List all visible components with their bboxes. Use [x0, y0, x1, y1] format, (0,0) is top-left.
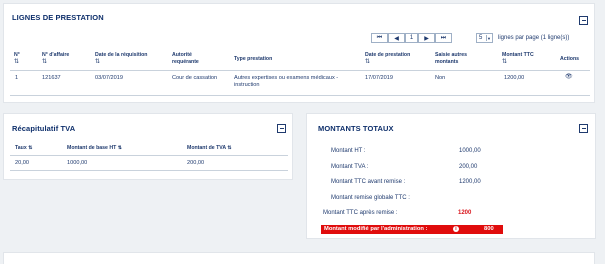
col-header-taux[interactable]: Taux ⇅: [15, 145, 33, 152]
montant-modifie-label: Montant modifié par l'administration :: [324, 226, 428, 232]
apres-remise-label: Montant TTC après remise :: [323, 210, 398, 216]
sort-icon: ⇅: [227, 145, 232, 151]
per-page-select[interactable]: 5 ▼: [476, 33, 493, 43]
col-header-saisie[interactable]: Saisie autres montants: [435, 52, 475, 66]
montant-ht-label: Montant HT :: [331, 148, 366, 154]
prestations-panel: LIGNES DE PRESTATION ⏮ ◀ 1 ▶ ⏭ 5 ▼ ligne…: [3, 3, 595, 103]
montant-tva-value: 200,00: [459, 164, 478, 170]
sort-icon: ⇅: [502, 59, 508, 65]
col-header-actions: Actions: [560, 56, 580, 62]
cell-num: 1: [15, 75, 19, 81]
info-icon[interactable]: i: [453, 226, 459, 232]
cell-base: 1000,00: [67, 160, 88, 166]
cell-autorite: Cour de cassation: [172, 75, 218, 81]
col-header-num[interactable]: N° ⇅: [14, 52, 20, 66]
montant-modifie-bar: Montant modifié par l'administration : i…: [321, 225, 503, 234]
header-divider: [10, 155, 288, 156]
totaux-panel: MONTANTS TOTAUX Montant HT : 1000,00 Mon…: [306, 113, 596, 239]
cell-date-prestation: 17/07/2019: [365, 75, 393, 81]
cell-montant: 1200,00: [504, 75, 525, 81]
row-divider: [10, 170, 288, 171]
montant-ttc-label: Montant TTC avant remise :: [331, 179, 406, 185]
cell-saisie: Non: [435, 75, 446, 81]
montant-tva-label: Montant TVA :: [331, 164, 369, 170]
col-header-autorite[interactable]: Autorité requérante: [172, 52, 212, 66]
sort-icon: ⇅: [14, 59, 20, 65]
montant-modifie-value: 800: [484, 226, 494, 232]
cell-taux: 20,00: [15, 160, 29, 166]
chevron-down-icon: ▼: [486, 35, 491, 41]
col-header-montant[interactable]: Montant TTC ⇅: [502, 52, 552, 66]
col-header-affaire[interactable]: N° d'affaire ⇅: [42, 52, 82, 66]
prestations-title: LIGNES DE PRESTATION: [12, 13, 104, 22]
sort-icon: ⇅: [28, 145, 33, 151]
montant-ht-value: 1000,00: [459, 148, 481, 154]
montant-ttc-value: 1200,00: [459, 179, 481, 185]
prev-page-button[interactable]: ◀: [388, 33, 405, 43]
col-header-tva[interactable]: Montant de TVA ⇅: [187, 145, 232, 152]
col-header-date-requisition[interactable]: Date de la réquisition ⇅: [95, 52, 165, 66]
totaux-collapse-button[interactable]: [579, 124, 588, 133]
cell-type: Autres expertises ou examens médicaux - …: [234, 75, 339, 88]
page-number-button[interactable]: 1: [405, 33, 418, 43]
cell-date-requisition: 03/07/2019: [95, 75, 123, 81]
tva-title: Récapitulatif TVA: [12, 124, 76, 133]
last-page-button[interactable]: ⏭: [435, 33, 452, 43]
cell-tva: 200,00: [187, 160, 205, 166]
per-page-value: 5: [479, 35, 483, 41]
sort-icon: ⇅: [365, 59, 371, 65]
col-header-type[interactable]: Type prestation: [234, 56, 272, 63]
sort-icon: ⇅: [95, 59, 101, 65]
per-page-label: lignes par page (1 ligne(s)): [498, 35, 570, 41]
sort-icon: ⇅: [42, 59, 48, 65]
first-page-button[interactable]: ⏮: [371, 33, 388, 43]
prestations-collapse-button[interactable]: [579, 16, 588, 25]
cell-affaire: 121637: [42, 75, 61, 81]
tva-panel: Récapitulatif TVA Taux ⇅ Montant de base…: [3, 113, 293, 180]
remise-globale-label: Montant remise globale TTC :: [331, 195, 410, 201]
tva-collapse-button[interactable]: [277, 124, 286, 133]
col-header-base[interactable]: Montant de base HT ⇅: [67, 145, 122, 152]
view-icon[interactable]: 👁: [565, 74, 573, 81]
totaux-title: MONTANTS TOTAUX: [318, 124, 394, 133]
col-header-date-prestation[interactable]: Date de prestation ⇅: [365, 52, 415, 66]
pagination: ⏮ ◀ 1 ▶ ⏭: [371, 33, 452, 43]
next-panel: [3, 252, 595, 264]
sort-icon: ⇅: [117, 145, 123, 151]
header-divider: [10, 70, 590, 71]
next-page-button[interactable]: ▶: [418, 33, 435, 43]
apres-remise-value: 1200: [458, 210, 472, 216]
row-divider: [10, 95, 590, 96]
